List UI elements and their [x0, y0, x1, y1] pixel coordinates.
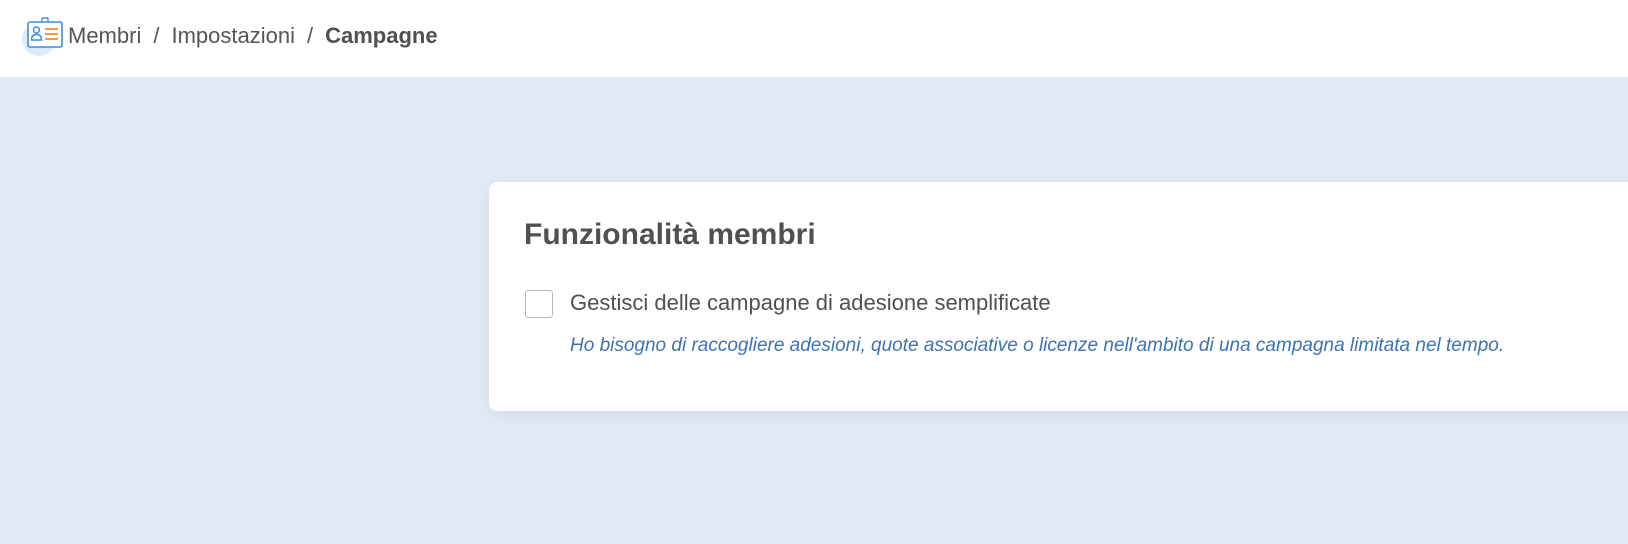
top-bar: Membri / Impostazioni / Campagne	[0, 0, 1628, 77]
card-title: Funzionalità membri	[524, 218, 816, 251]
breadcrumb-separator: /	[306, 23, 314, 48]
breadcrumb-current-page: Campagne	[325, 23, 438, 48]
campaigns-help-text: Ho bisogno di raccogliere adesioni, quot…	[570, 335, 1505, 356]
breadcrumb-impostazioni[interactable]: Impostazioni	[171, 23, 295, 49]
breadcrumb: Membri / Impostazioni / Campagne	[22, 16, 438, 56]
breadcrumb-separator: /	[153, 23, 160, 48]
breadcrumb-membri[interactable]: Membri	[68, 23, 141, 49]
campaigns-checkbox[interactable]	[525, 290, 553, 318]
member-card-icon-graphic	[27, 17, 63, 48]
member-card-icon	[22, 16, 66, 56]
campaigns-checkbox-label[interactable]: Gestisci delle campagne di adesione semp…	[570, 290, 1051, 316]
settings-card: Funzionalità membri Gestisci delle campa…	[489, 182, 1628, 411]
